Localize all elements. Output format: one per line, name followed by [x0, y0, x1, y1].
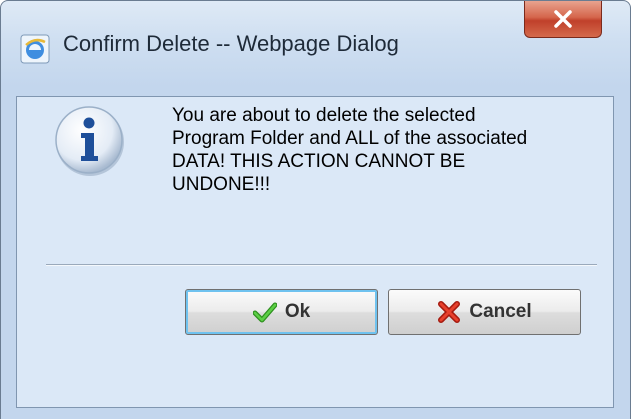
- title-bar[interactable]: Confirm Delete -- Webpage Dialog: [0, 0, 631, 86]
- info-icon: [55, 106, 124, 176]
- confirm-message: You are about to delete the selected Pro…: [172, 105, 528, 195]
- window-title: Confirm Delete -- Webpage Dialog: [63, 31, 399, 56]
- ie-icon: [20, 34, 50, 64]
- ok-button-label: Ok: [284, 301, 311, 322]
- checkmark-icon: [252, 302, 277, 323]
- ok-button[interactable]: Ok: [185, 289, 378, 335]
- close-button[interactable]: [524, 1, 602, 38]
- cancel-button[interactable]: Cancel: [388, 289, 581, 335]
- close-x-icon: [554, 10, 572, 28]
- red-x-icon: [438, 301, 461, 323]
- divider: [46, 264, 597, 266]
- cancel-button-label: Cancel: [469, 301, 532, 322]
- dialog-window: Confirm Delete -- Webpage Dialog You are…: [0, 0, 631, 419]
